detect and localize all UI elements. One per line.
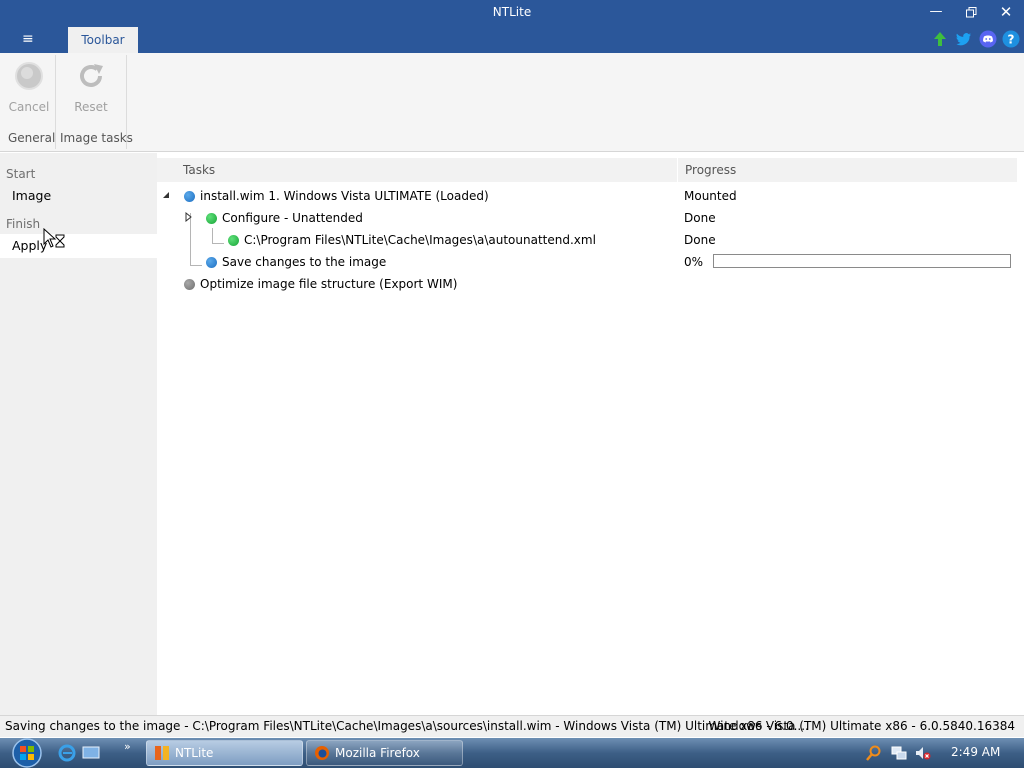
task-label: Configure - Unattended <box>222 211 363 225</box>
title-bar: NTLite — ✕ <box>0 0 1024 26</box>
ribbon-panel: Cancel Reset General Image tasks <box>0 53 1024 152</box>
sidebar: Start Image Finish Apply <box>0 153 157 715</box>
volume-muted-icon[interactable] <box>915 745 931 761</box>
reset-button[interactable]: Reset <box>69 61 113 114</box>
task-row[interactable]: Optimize image file structure (Export WI… <box>157 273 1017 295</box>
task-row[interactable]: Configure - Unattended Done <box>157 207 1017 229</box>
svg-text:?: ? <box>1008 33 1015 47</box>
busy-cursor-icon <box>43 228 65 248</box>
sidebar-item-apply[interactable]: Apply <box>0 234 157 258</box>
taskbar-button-firefox[interactable]: Mozilla Firefox <box>306 740 463 766</box>
status-image-info: Windows Vista (TM) Ultimate x86 - 6.0.58… <box>708 719 1015 733</box>
cancel-button-label: Cancel <box>8 100 50 114</box>
show-desktop-icon[interactable] <box>82 744 100 762</box>
status-dot-icon <box>184 191 195 202</box>
task-progress-bar <box>713 254 1011 268</box>
hamburger-menu-icon[interactable]: ≡ <box>22 31 34 47</box>
ribbon-group-general: General <box>8 131 56 145</box>
status-dot-icon <box>206 257 217 268</box>
tasks-panel: Tasks Progress install.wim 1. Windows Vi… <box>157 153 1024 715</box>
column-header-progress[interactable]: Progress <box>678 158 1017 182</box>
reset-refresh-icon <box>80 64 103 87</box>
taskbar-clock[interactable]: 2:49 AM <box>951 745 1000 759</box>
discord-icon[interactable] <box>979 30 997 48</box>
network-icon[interactable] <box>891 745 907 761</box>
status-dot-icon <box>184 279 195 290</box>
taskbar-button-ntlite[interactable]: NTLite <box>146 740 303 766</box>
taskbar: » NTLite Mozilla Firefox 2:49 AM <box>0 738 1024 768</box>
reset-button-label: Reset <box>74 100 108 114</box>
task-row[interactable]: C:\Program Files\NTLite\Cache\Images\a\a… <box>157 229 1017 251</box>
update-arrow-icon[interactable] <box>931 30 949 48</box>
expanded-arrow-icon[interactable] <box>163 192 170 199</box>
restore-icon[interactable] <box>960 3 982 23</box>
search-magnifier-icon[interactable] <box>866 745 882 761</box>
quick-launch-overflow-icon[interactable]: » <box>124 740 131 753</box>
status-bar: Saving changes to the image - C:\Program… <box>0 715 1024 737</box>
sidebar-heading-finish: Finish <box>6 217 41 231</box>
collapsed-arrow-icon[interactable] <box>185 212 193 222</box>
windows-start-orb-icon[interactable] <box>10 738 44 768</box>
task-status: Done <box>684 233 716 247</box>
minimize-icon[interactable]: — <box>925 3 947 23</box>
task-status: Mounted <box>684 189 737 203</box>
task-label: C:\Program Files\NTLite\Cache\Images\a\a… <box>244 233 596 247</box>
internet-explorer-icon[interactable] <box>58 744 76 762</box>
twitter-icon[interactable] <box>955 30 973 48</box>
ribbon-group-image-tasks: Image tasks <box>60 131 133 145</box>
task-row[interactable]: Save changes to the image 0% <box>157 251 1017 273</box>
status-dot-icon <box>228 235 239 246</box>
task-label: Optimize image file structure (Export WI… <box>200 277 458 291</box>
task-label: install.wim 1. Windows Vista ULTIMATE (L… <box>200 189 489 203</box>
tab-toolbar[interactable]: Toolbar <box>68 27 138 53</box>
taskbar-button-label: Mozilla Firefox <box>335 746 420 760</box>
window-title: NTLite <box>492 5 532 19</box>
taskbar-button-label: NTLite <box>175 746 214 760</box>
task-status: Done <box>684 211 716 225</box>
firefox-icon <box>315 746 329 760</box>
ribbon-tab-row: ≡ Toolbar ? <box>0 26 1024 53</box>
status-message: Saving changes to the image - C:\Program… <box>5 719 809 733</box>
column-header-tasks[interactable]: Tasks <box>157 158 677 182</box>
sidebar-item-image[interactable]: Image <box>0 184 157 208</box>
cancel-button[interactable]: Cancel <box>7 61 51 114</box>
cancel-circle-icon <box>15 62 43 90</box>
task-row[interactable]: install.wim 1. Windows Vista ULTIMATE (L… <box>157 185 1017 207</box>
task-progress-percent: 0% <box>684 255 704 269</box>
ntlite-app-icon <box>155 746 169 760</box>
task-label: Save changes to the image <box>222 255 387 269</box>
close-icon[interactable]: ✕ <box>995 3 1017 23</box>
help-icon[interactable]: ? <box>1002 30 1020 48</box>
status-dot-icon <box>206 213 217 224</box>
sidebar-heading-start: Start <box>6 167 36 181</box>
